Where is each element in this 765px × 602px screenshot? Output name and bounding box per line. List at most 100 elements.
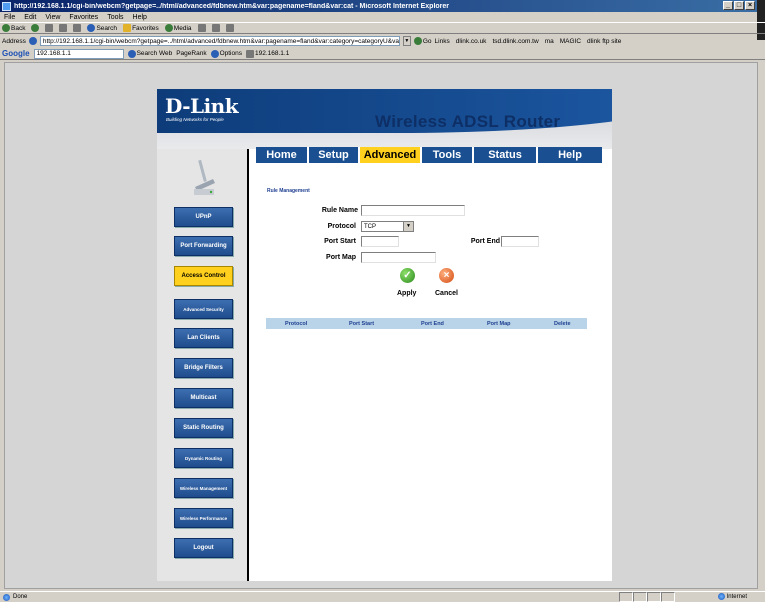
sidebar-item-dynamic-routing[interactable]: Dynamic Routing <box>174 448 233 468</box>
menu-tools[interactable]: Tools <box>107 14 123 21</box>
forward-button[interactable] <box>31 24 40 32</box>
history-icon <box>197 24 206 32</box>
menu-view[interactable]: View <box>45 14 60 21</box>
rule-name-input[interactable] <box>361 205 465 216</box>
sidebar-item-bridge-filters[interactable]: Bridge Filters <box>174 358 233 378</box>
sidebar-item-port-forwarding[interactable]: Port Forwarding <box>174 236 233 256</box>
menu-edit[interactable]: Edit <box>24 14 36 21</box>
sidebar-item-static-routing[interactable]: Static Routing <box>174 418 233 438</box>
menu-favorites[interactable]: Favorites <box>69 14 98 21</box>
search-web-icon <box>127 49 136 58</box>
ie-icon <box>2 1 11 11</box>
back-button[interactable]: Back <box>2 24 25 32</box>
menu-file[interactable]: File <box>4 14 15 21</box>
links-label: Links <box>434 37 450 45</box>
address-input[interactable]: http://192.168.1.1/cgi-bin/webcm?getpage… <box>39 36 400 46</box>
google-pagerank: PageRank <box>176 50 207 57</box>
page-done-icon <box>3 593 10 601</box>
media-button[interactable]: Media <box>164 24 192 32</box>
port-end-input[interactable] <box>501 236 539 247</box>
apply-checkmark-icon[interactable]: ✓ <box>400 268 415 283</box>
sidebar-item-access-control[interactable]: Access Control <box>174 266 233 286</box>
chevron-down-icon: ▼ <box>403 222 413 231</box>
cancel-x-icon[interactable]: × <box>439 268 454 283</box>
main-tabs: Home Setup Advanced Tools Status Help <box>256 147 602 163</box>
link-tsd-dlink[interactable]: tsd.dlink.com.tw <box>492 38 538 45</box>
sidebar-item-upnp[interactable]: UPnP <box>174 207 233 227</box>
links-bar: Links dlink.co.uk tsd.dlink.com.tw ma MA… <box>435 38 622 45</box>
google-logo[interactable]: Google <box>2 49 30 58</box>
google-last-query[interactable]: 192.168.1.1 <box>245 49 289 58</box>
address-label: Address <box>2 37 26 45</box>
favorites-button[interactable]: Favorites <box>123 24 159 32</box>
search-button[interactable]: Search <box>87 24 117 32</box>
column-protocol: Protocol <box>285 320 308 327</box>
home-icon <box>73 24 82 32</box>
link-ma[interactable]: ma <box>545 38 554 45</box>
minimize-button[interactable]: _ <box>723 1 733 10</box>
window-title: http://192.168.1.1/cgi-bin/webcm?getpage… <box>14 2 450 10</box>
router-icon <box>194 159 215 195</box>
address-dropdown-button[interactable]: ▼ <box>402 36 411 46</box>
google-options-button[interactable]: Options <box>210 49 242 58</box>
port-start-label: Port Start <box>324 238 356 245</box>
home-button[interactable] <box>73 24 82 32</box>
print-icon <box>225 24 234 32</box>
google-toolbar: Google 192.168.1.1 Search Web PageRank O… <box>0 48 765 60</box>
sidebar-item-wireless-management[interactable]: Wireless Management <box>174 478 233 498</box>
internet-zone-icon <box>717 593 725 600</box>
port-map-label: Port Map <box>326 254 356 261</box>
refresh-button[interactable] <box>59 24 68 32</box>
product-title: Wireless ADSL Router <box>375 112 561 131</box>
print-button[interactable] <box>225 24 234 32</box>
dlink-logo: D-Link <box>165 94 239 118</box>
sidebar-item-multicast[interactable]: Multicast <box>174 388 233 408</box>
forward-arrow-icon <box>31 24 40 32</box>
history-button[interactable] <box>197 24 206 32</box>
apply-button[interactable]: Apply <box>397 290 416 297</box>
rule-name-label: Rule Name <box>321 207 358 214</box>
sidebar-item-wireless-performance[interactable]: Wireless Performance <box>174 508 233 528</box>
back-arrow-icon <box>2 24 10 32</box>
close-button[interactable]: × <box>745 1 755 10</box>
tab-help[interactable]: Help <box>538 147 602 163</box>
rules-table-header: Protocol Port Start Port End Port Map De… <box>266 318 587 329</box>
menu-bar: File Edit View Favorites Tools Help <box>0 12 765 22</box>
port-map-input[interactable] <box>361 252 436 263</box>
column-port-end: Port End <box>421 320 444 327</box>
tab-status[interactable]: Status <box>474 147 538 163</box>
window-controls: _ □ × <box>723 1 755 10</box>
protocol-selected-value: TCP <box>364 223 376 230</box>
column-port-start: Port Start <box>349 320 375 327</box>
tab-advanced[interactable]: Advanced <box>360 147 422 163</box>
link-dlink-co-uk[interactable]: dlink.co.uk <box>456 38 487 45</box>
mail-button[interactable] <box>211 24 220 32</box>
sidebar-item-advanced-security[interactable]: Advanced Security <box>174 299 233 319</box>
mail-icon <box>211 24 220 32</box>
port-start-input[interactable] <box>361 236 399 247</box>
link-dlink-ftp[interactable]: dlink ftp site <box>587 38 621 45</box>
dlink-tagline: Building Networks for People <box>166 117 224 122</box>
google-search-input[interactable]: 192.168.1.1 <box>33 48 124 59</box>
zone-label: Internet <box>726 593 747 600</box>
tab-home[interactable]: Home <box>256 147 309 163</box>
protocol-select[interactable]: TCP ▼ <box>361 221 414 232</box>
query-icon <box>245 49 254 58</box>
google-search-web-button[interactable]: Search Web <box>127 49 172 58</box>
go-button[interactable]: Go <box>413 37 432 45</box>
tab-setup[interactable]: Setup <box>309 147 360 163</box>
sidebar-item-lan-clients[interactable]: Lan Clients <box>174 328 233 348</box>
maximize-button[interactable]: □ <box>734 1 744 10</box>
sidebar-item-logout[interactable]: Logout <box>174 538 233 558</box>
security-zone: Internet <box>717 593 747 600</box>
cancel-button[interactable]: Cancel <box>435 290 458 297</box>
tab-tools[interactable]: Tools <box>422 147 474 163</box>
protocol-label: Protocol <box>327 223 356 230</box>
status-text: Done <box>13 594 28 600</box>
sidebar-divider <box>247 149 249 581</box>
go-arrow-icon <box>413 37 422 45</box>
link-magic[interactable]: MAGIC <box>560 38 581 45</box>
menu-help[interactable]: Help <box>133 14 147 21</box>
stop-button[interactable] <box>45 24 54 32</box>
refresh-icon <box>59 24 68 32</box>
